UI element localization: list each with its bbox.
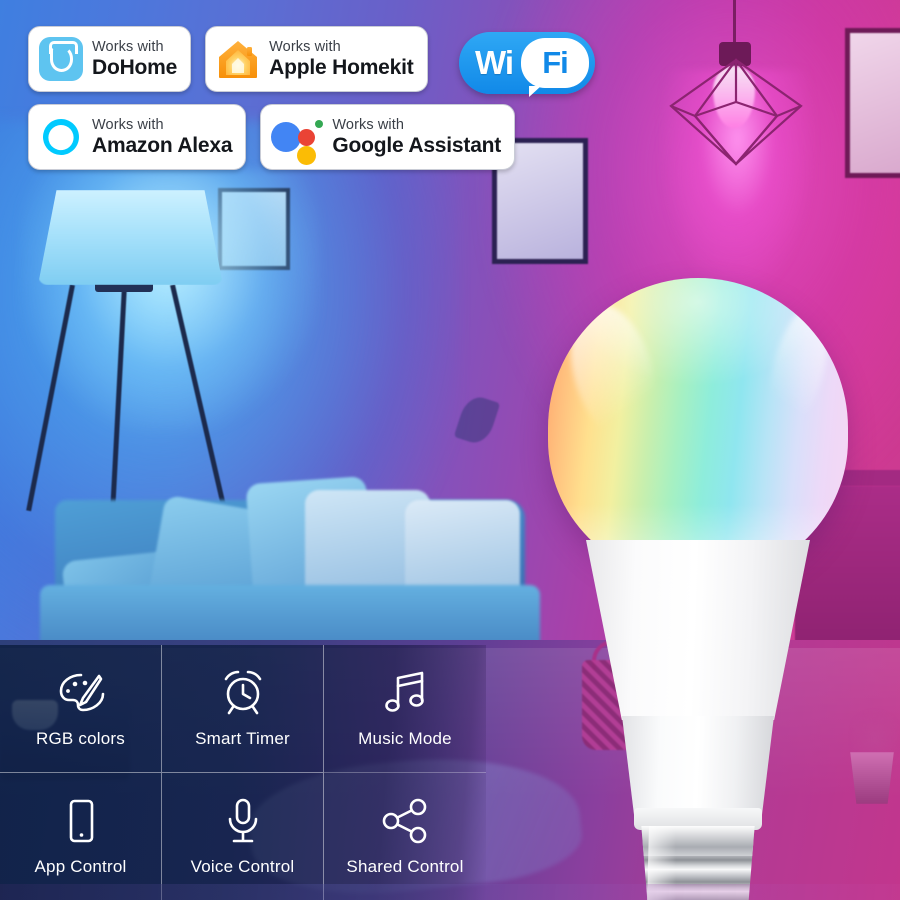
feature-label: Music Mode [358, 729, 452, 749]
microphone-icon [217, 795, 269, 847]
feature-music-mode[interactable]: Music Mode [324, 645, 486, 773]
product-image: Works with DoHome Works with Apple Homek… [0, 0, 900, 900]
badge-brand-label: DoHome [92, 56, 178, 80]
badge-row-bottom: Works with Amazon Alexa Works with Googl… [28, 104, 516, 170]
google-dot-blue [271, 122, 302, 152]
feature-label: RGB colors [36, 729, 125, 749]
bulb-body [622, 716, 774, 816]
smart-rgb-bulb [538, 278, 858, 900]
bulb-neck [586, 540, 810, 720]
alarm-clock-icon [217, 667, 269, 719]
badge-row-top: Works with DoHome Works with Apple Homek… [28, 26, 458, 92]
dome-highlight [759, 299, 839, 435]
badge-text: Works with DoHome [92, 40, 177, 79]
feature-app-control[interactable]: App Control [0, 772, 162, 900]
feature-shared-control[interactable]: Shared Control [324, 773, 486, 900]
feature-label: Shared Control [346, 857, 464, 877]
badge-brand-label: Google Assistant [332, 134, 502, 158]
badge-text: Works with Google Assistant [332, 118, 501, 157]
dohome-icon [39, 37, 83, 81]
feature-grid: RGB colors Smart Timer Music Mode App Co… [0, 645, 486, 900]
badge-dohome[interactable]: Works with DoHome [28, 26, 192, 92]
bulb-rgb-dome [548, 278, 848, 578]
wifi-fi-label: Fi [542, 45, 569, 80]
potted-plant [852, 705, 898, 760]
feature-smart-timer[interactable]: Smart Timer [162, 645, 324, 773]
badge-works-with-label: Works with [332, 116, 405, 133]
wifi-badge: Wi Fi [459, 32, 595, 97]
badge-brand-label: Apple Homekit [269, 56, 414, 80]
palette-icon [55, 667, 107, 719]
share-nodes-icon [379, 795, 431, 847]
badge-works-with-label: Works with [269, 38, 341, 55]
wifi-wi-label: Wi [475, 44, 514, 81]
bottom-light-band [0, 884, 900, 900]
compatibility-badges: Works with DoHome Works with Apple Homek… [28, 26, 516, 182]
dome-highlight [556, 293, 670, 451]
floor-lamp-shade [38, 190, 223, 285]
amazon-alexa-icon [39, 115, 83, 159]
pendant-cord [733, 0, 736, 46]
apple-homekit-icon [216, 37, 260, 81]
google-assistant-icon [271, 115, 324, 165]
badge-works-with-label: Works with [92, 116, 164, 133]
badge-google-assistant[interactable]: Works with Google Assistant [260, 104, 516, 170]
feature-label: Voice Control [190, 857, 295, 877]
wifi-speech-bubble: Fi [521, 38, 589, 97]
badge-brand-label: Amazon Alexa [92, 134, 233, 158]
badge-amazon-alexa[interactable]: Works with Amazon Alexa [28, 104, 247, 170]
feature-label: Smart Timer [195, 729, 290, 749]
feature-rgb-colors[interactable]: RGB colors [0, 645, 162, 773]
badge-text: Works with Amazon Alexa [92, 116, 233, 158]
framed-picture-right [845, 28, 900, 178]
music-note-icon [379, 667, 431, 719]
smartphone-icon [55, 795, 107, 847]
badge-apple-homekit[interactable]: Works with Apple Homekit [205, 26, 428, 92]
feature-voice-control[interactable]: Voice Control [162, 772, 324, 900]
geometric-pendant-lamp-icon [665, 58, 807, 168]
badge-text: Works with Apple Homekit [269, 38, 414, 80]
google-dot-green [315, 120, 324, 128]
feature-label: App Control [34, 857, 127, 877]
badge-works-with-label: Works with [92, 38, 164, 55]
google-dot-yellow [297, 146, 317, 165]
google-dot-red [298, 129, 316, 146]
